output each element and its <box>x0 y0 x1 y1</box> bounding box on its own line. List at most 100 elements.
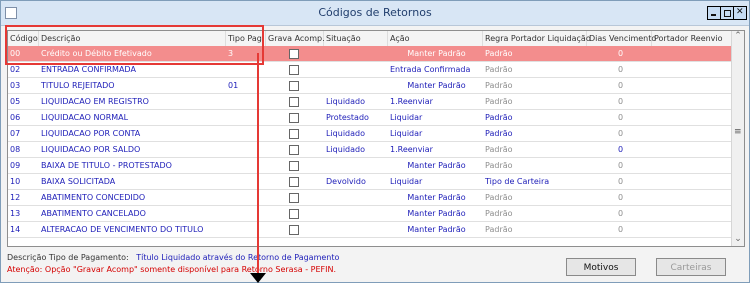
cell-regra: Padrão <box>485 97 513 106</box>
cell-acao: Manter Padrão <box>407 209 466 218</box>
annotation-arrow-icon <box>250 273 266 283</box>
highlight-box <box>5 25 264 65</box>
cell-codigo: 10 <box>10 177 21 186</box>
cell-situacao <box>324 78 388 94</box>
cell-situacao: Liquidado <box>326 145 366 154</box>
cell-portador <box>652 110 737 126</box>
cell-descricao: LIQUIDACAO EM REGISTRO <box>41 97 149 106</box>
cell-codigo: 03 <box>10 81 21 90</box>
cell-acao: Manter Padrão <box>407 193 466 202</box>
maximize-button[interactable] <box>720 6 734 20</box>
grava-acomp-checkbox[interactable] <box>289 145 299 155</box>
cell-acao: Manter Padrão <box>407 81 466 90</box>
cell-tipo-pag <box>226 206 266 222</box>
grava-acomp-checkbox[interactable] <box>289 225 299 235</box>
close-button[interactable] <box>733 6 747 20</box>
cell-tipo-pag <box>226 110 266 126</box>
scroll-down-icon[interactable]: ⌄ <box>732 234 744 246</box>
vertical-scrollbar[interactable]: ⌃ ≡ ⌄ <box>731 31 744 246</box>
cell-portador <box>652 62 737 78</box>
cell-acao: Liquidar <box>390 129 423 138</box>
cell-descricao: ALTERACAO DE VENCIMENTO DO TITULO <box>41 225 204 234</box>
grava-acomp-checkbox[interactable] <box>289 49 299 59</box>
cell-regra: Padrão <box>485 225 513 234</box>
cell-situacao: Liquidado <box>326 129 366 138</box>
cell-codigo: 13 <box>10 209 21 218</box>
cell-tipo-pag <box>226 94 266 110</box>
cell-portador <box>652 142 737 158</box>
minimize-button[interactable] <box>707 6 721 20</box>
scroll-up-icon[interactable]: ⌃ <box>732 31 744 43</box>
codigos-retornos-window: Códigos de Retornos Código Descrição Tip… <box>0 0 750 283</box>
table-row[interactable]: 07 LIQUIDACAO POR CONTA Liquidado Liquid… <box>8 126 737 142</box>
cell-descricao: LIQUIDACAO POR CONTA <box>41 129 141 138</box>
cell-acao: 1.Reenviar <box>390 145 433 154</box>
cell-situacao <box>324 222 388 238</box>
atencao-note: Atenção: Opção "Gravar Acomp" somente di… <box>7 265 336 274</box>
descricao-value: Título Liquidado através do Retorno de P… <box>136 253 340 262</box>
cell-acao: Liquidar <box>390 177 423 186</box>
cell-portador <box>652 46 737 62</box>
cell-regra: Padrão <box>485 49 513 58</box>
cell-codigo: 12 <box>10 193 21 202</box>
cell-dias: 0 <box>617 209 624 218</box>
header-dias-vencimento: Dias Vencimento <box>587 31 656 46</box>
grava-acomp-checkbox[interactable] <box>289 193 299 203</box>
header-grava-acomp: Grava Acomp. <box>266 31 325 46</box>
grava-acomp-checkbox[interactable] <box>289 209 299 219</box>
cell-situacao <box>324 62 388 78</box>
cell-tipo-pag <box>226 190 266 206</box>
cell-acao: 1.Reenviar <box>390 97 433 106</box>
cell-dias: 0 <box>617 145 624 154</box>
cell-dias: 0 <box>617 113 624 122</box>
cell-acao: Manter Padrão <box>407 225 466 234</box>
table-row[interactable]: 09 BAIXA DE TITULO - PROTESTADO Manter P… <box>8 158 737 174</box>
grava-acomp-checkbox[interactable] <box>289 81 299 91</box>
cell-situacao <box>324 190 388 206</box>
table-row[interactable]: 14 ALTERACAO DE VENCIMENTO DO TITULO Man… <box>8 222 737 238</box>
title-bar: Códigos de Retornos <box>1 1 749 26</box>
grava-acomp-checkbox[interactable] <box>289 177 299 187</box>
motivos-button[interactable]: Motivos <box>566 258 636 276</box>
table-row[interactable]: 05 LIQUIDACAO EM REGISTRO Liquidado 1.Re… <box>8 94 737 110</box>
cell-tipo-pag: 01 <box>228 81 239 90</box>
table-row[interactable]: 06 LIQUIDACAO NORMAL Protestado Liquidar… <box>8 110 737 126</box>
cell-acao: Manter Padrão <box>407 161 466 170</box>
header-situacao: Situação <box>324 31 388 46</box>
grava-acomp-checkbox[interactable] <box>289 113 299 123</box>
cell-dias: 0 <box>617 161 624 170</box>
cell-regra: Padrão <box>485 65 513 74</box>
header-regra-portador: Regra Portador Liquidação <box>483 31 591 46</box>
cell-regra: Padrão <box>485 129 513 138</box>
cell-dias: 0 <box>617 177 624 186</box>
table-row[interactable]: 10 BAIXA SOLICITADA Devolvido Liquidar T… <box>8 174 737 190</box>
cell-portador <box>652 206 737 222</box>
cell-portador <box>652 126 737 142</box>
cell-tipo-pag <box>226 174 266 190</box>
cell-descricao: BAIXA DE TITULO - PROTESTADO <box>41 161 172 170</box>
cell-codigo: 09 <box>10 161 21 170</box>
cell-regra: Padrão <box>485 81 513 90</box>
scroll-grip-icon[interactable]: ≡ <box>734 127 742 137</box>
grava-acomp-checkbox[interactable] <box>289 161 299 171</box>
cell-dias: 0 <box>617 193 624 202</box>
grava-acomp-checkbox[interactable] <box>289 129 299 139</box>
table-row[interactable]: 13 ABATIMENTO CANCELADO Manter Padrão Pa… <box>8 206 737 222</box>
table-row[interactable]: 08 LIQUIDACAO POR SALDO Liquidado 1.Reen… <box>8 142 737 158</box>
table-row[interactable]: 03 TITULO REJEITADO 01 Manter Padrão Pad… <box>8 78 737 94</box>
cell-dias: 0 <box>617 97 624 106</box>
cell-regra: Padrão <box>485 113 513 122</box>
grava-acomp-checkbox[interactable] <box>289 65 299 75</box>
carteiras-button[interactable]: Carteiras <box>656 258 726 276</box>
cell-dias: 0 <box>617 81 624 90</box>
window-title: Códigos de Retornos <box>318 6 432 19</box>
table-row[interactable]: 12 ABATIMENTO CONCEDIDO Manter Padrão Pa… <box>8 190 737 206</box>
cell-portador <box>652 190 737 206</box>
cell-regra: Padrão <box>485 145 513 154</box>
descricao-label: Descrição Tipo de Pagamento: <box>7 253 129 262</box>
grava-acomp-checkbox[interactable] <box>289 97 299 107</box>
annotation-line <box>257 53 259 281</box>
cell-acao: Manter Padrão <box>407 49 466 58</box>
cell-regra: Padrão <box>485 193 513 202</box>
cell-portador <box>652 78 737 94</box>
